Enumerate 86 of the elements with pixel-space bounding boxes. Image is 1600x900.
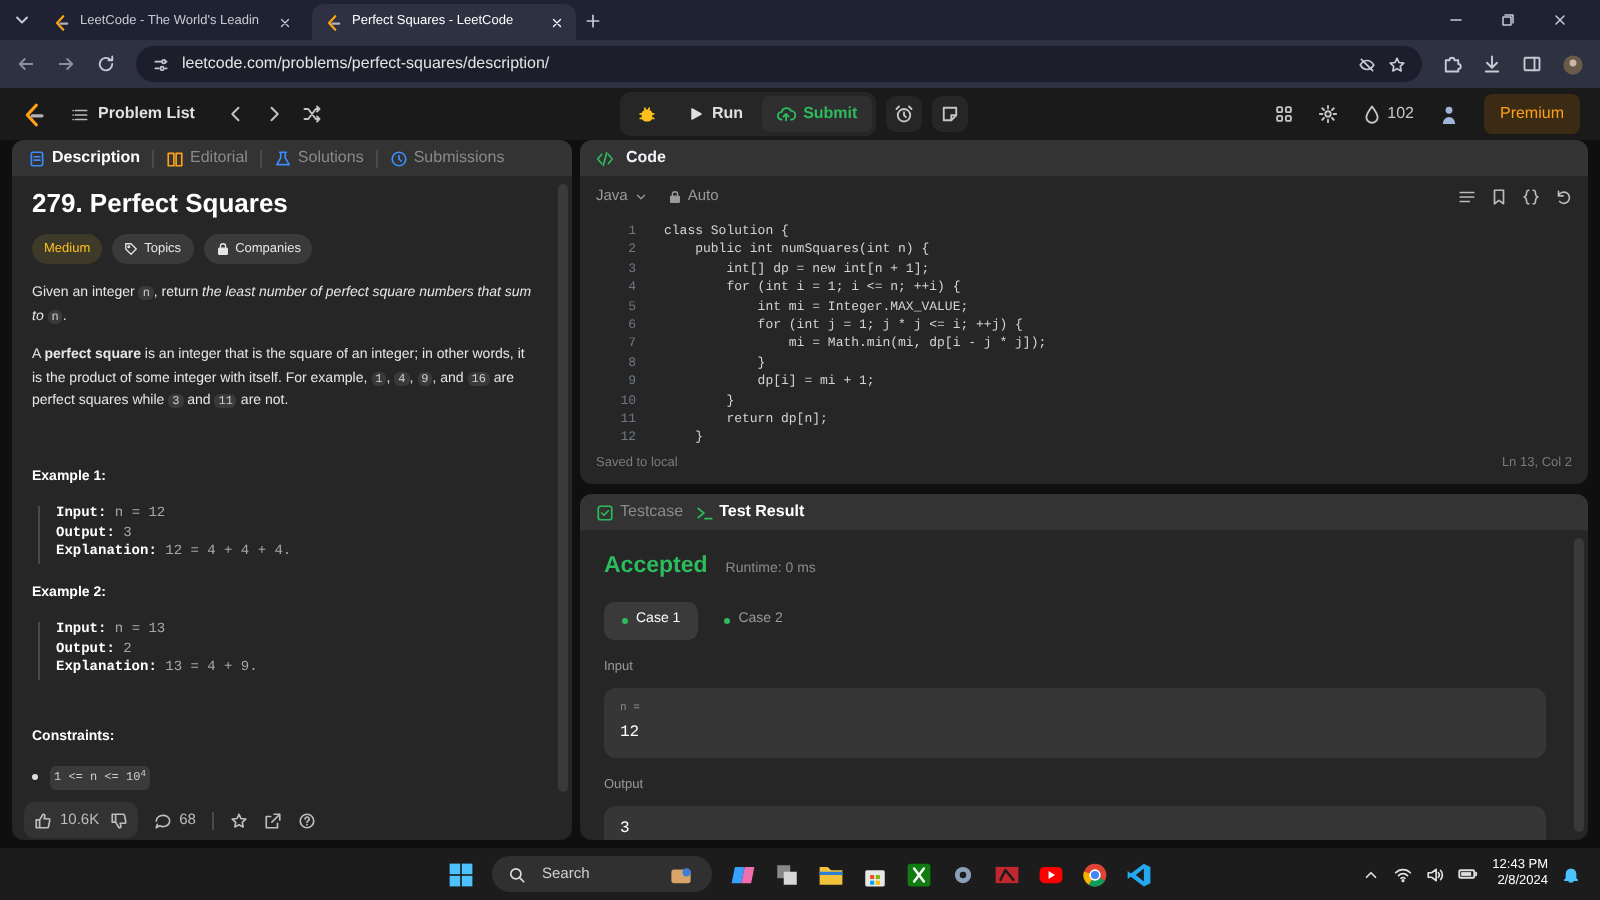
video-play-icon[interactable] bbox=[1038, 861, 1064, 887]
checkbox-icon bbox=[596, 503, 614, 521]
shuffle-icon[interactable] bbox=[302, 104, 323, 124]
variable-value: 12 bbox=[620, 723, 640, 742]
wifi-icon[interactable] bbox=[1394, 865, 1413, 883]
speaker-icon[interactable] bbox=[1426, 865, 1445, 883]
clock-icon bbox=[389, 149, 408, 167]
battery-icon[interactable] bbox=[1458, 864, 1479, 884]
close-icon[interactable] bbox=[278, 15, 292, 29]
caret-icon bbox=[633, 189, 648, 203]
output-value: 3 bbox=[620, 819, 630, 837]
panel-tab[interactable]: Description bbox=[28, 146, 141, 170]
logo-icon[interactable] bbox=[20, 101, 46, 127]
panel-tab[interactable]: Test Result bbox=[695, 500, 805, 524]
terminal-icon bbox=[695, 503, 714, 521]
copilot-icon[interactable] bbox=[730, 861, 756, 887]
back-icon[interactable] bbox=[16, 54, 36, 74]
windows-icon[interactable] bbox=[448, 861, 474, 887]
forward-icon[interactable] bbox=[56, 54, 76, 74]
alarm-icon bbox=[893, 104, 914, 124]
panel-tab[interactable]: Submissions bbox=[389, 146, 505, 170]
new-tab-icon[interactable] bbox=[584, 11, 602, 29]
braces-icon[interactable] bbox=[1522, 187, 1540, 205]
side-panel-icon[interactable] bbox=[1522, 54, 1542, 74]
flask-icon bbox=[273, 149, 292, 167]
undo-icon[interactable] bbox=[1554, 187, 1572, 205]
bell-icon[interactable] bbox=[1562, 865, 1580, 883]
panel-tab[interactable]: Editorial bbox=[166, 146, 248, 170]
document-icon bbox=[28, 149, 46, 167]
grid-icon[interactable] bbox=[1273, 104, 1294, 124]
settings-icon[interactable] bbox=[1317, 104, 1338, 124]
code-editor-icon[interactable] bbox=[1126, 861, 1152, 887]
reload-icon[interactable] bbox=[96, 54, 116, 74]
star-icon[interactable] bbox=[229, 811, 248, 829]
window-stack-icon[interactable] bbox=[774, 861, 800, 887]
eye-off-icon[interactable] bbox=[1358, 55, 1376, 73]
lock-icon bbox=[215, 241, 230, 256]
streak-count: 102 bbox=[1387, 102, 1414, 126]
timer-button[interactable] bbox=[885, 96, 922, 132]
premium-button[interactable]: Premium bbox=[1483, 94, 1580, 134]
search-icon bbox=[508, 865, 526, 883]
comment-icon bbox=[153, 811, 172, 829]
format-icon[interactable] bbox=[1458, 187, 1476, 205]
submit-button[interactable]: Submit bbox=[761, 96, 872, 132]
code-icon bbox=[596, 149, 614, 167]
puzzle-icon[interactable] bbox=[1442, 54, 1462, 74]
x-badge-icon[interactable] bbox=[906, 861, 932, 887]
close-icon[interactable] bbox=[1552, 12, 1568, 28]
user-avatar[interactable] bbox=[1437, 103, 1460, 125]
notes-button[interactable] bbox=[931, 96, 968, 132]
bookmark-icon[interactable] bbox=[1490, 187, 1508, 205]
help-icon[interactable] bbox=[297, 811, 316, 829]
cloud-upload-icon bbox=[775, 104, 796, 124]
share-icon[interactable] bbox=[263, 811, 282, 829]
panel-tab[interactable]: Testcase bbox=[596, 500, 684, 524]
restore-icon[interactable] bbox=[1500, 12, 1516, 28]
tag-icon bbox=[124, 241, 139, 256]
browser-icon[interactable] bbox=[1082, 861, 1108, 887]
panel-tab[interactable]: Solutions bbox=[273, 146, 364, 170]
app-icon[interactable] bbox=[994, 861, 1020, 887]
play-icon bbox=[688, 106, 704, 122]
site-settings-icon[interactable] bbox=[152, 55, 170, 73]
problem-list-button[interactable]: Problem List bbox=[64, 96, 209, 132]
problem-title: 279. Perfect Squares bbox=[32, 192, 290, 215]
download-icon[interactable] bbox=[1482, 54, 1502, 74]
bug-icon bbox=[638, 105, 656, 123]
site-logo-icon bbox=[52, 13, 70, 31]
scrollbar[interactable] bbox=[1574, 538, 1584, 832]
flame-icon[interactable] bbox=[1361, 104, 1382, 124]
bullet bbox=[32, 774, 38, 781]
thumbs-down-icon[interactable] bbox=[109, 811, 128, 829]
address-field[interactable]: leetcode.com/problems/perfect-squares/description/ bbox=[136, 46, 1422, 82]
site-logo-icon bbox=[324, 13, 342, 31]
book-icon bbox=[166, 149, 185, 167]
panel-title: Code bbox=[626, 146, 666, 170]
run-button[interactable]: Run bbox=[674, 96, 758, 132]
scene-icon bbox=[670, 863, 692, 885]
note-icon bbox=[939, 104, 960, 124]
lock-icon bbox=[667, 189, 682, 203]
avatar[interactable] bbox=[1562, 53, 1584, 75]
gear-app-icon[interactable] bbox=[950, 861, 976, 887]
verdict-text: Accepted bbox=[604, 552, 708, 582]
folder-icon[interactable] bbox=[818, 861, 844, 887]
star-icon[interactable] bbox=[1388, 55, 1406, 73]
list-icon bbox=[72, 105, 90, 123]
thumbs-up-icon bbox=[34, 811, 52, 829]
